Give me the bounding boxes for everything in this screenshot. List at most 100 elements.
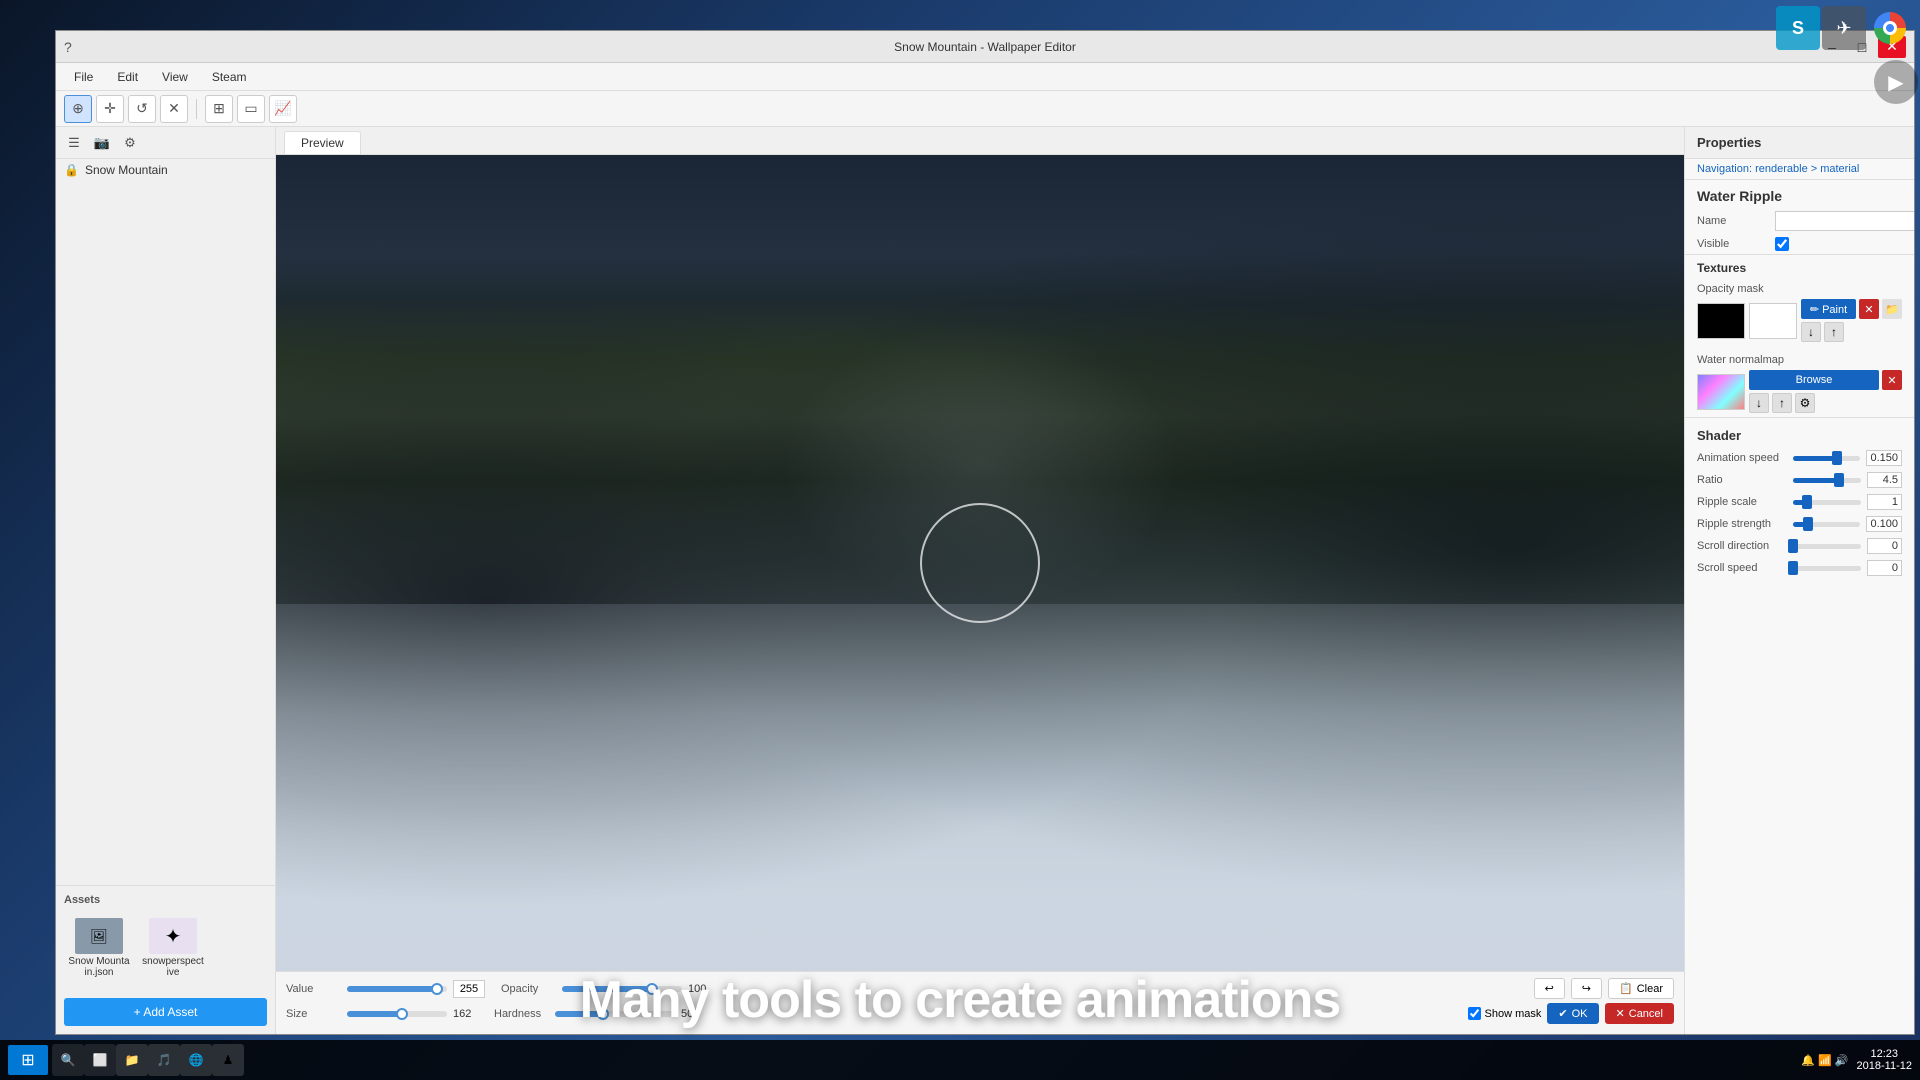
menu-view[interactable]: View xyxy=(152,67,198,87)
taskbar-search[interactable]: 🔍 xyxy=(52,1044,84,1076)
shader-thumb-2 xyxy=(1802,495,1812,509)
name-label: Name xyxy=(1697,215,1767,227)
tex-down-btn[interactable]: ↓ xyxy=(1801,322,1821,342)
telegram-icon[interactable]: ✈ xyxy=(1822,6,1866,50)
visible-row: Visible xyxy=(1685,234,1914,254)
shader-name-1: Ratio xyxy=(1697,474,1787,486)
tool-chart[interactable]: 📈 xyxy=(269,95,297,123)
water-ripple-title: Water Ripple xyxy=(1685,180,1914,208)
taskbar-taskview[interactable]: ⬜ xyxy=(84,1044,116,1076)
tray-icons: 🔔 📶 🔊 xyxy=(1801,1054,1848,1067)
shader-row-2: Ripple scale 1 xyxy=(1685,491,1914,513)
shader-section: Shader Animation speed 0.150 Ratio 4.5 R… xyxy=(1685,417,1914,583)
help-icon[interactable]: ? xyxy=(64,39,72,55)
nav-link[interactable]: renderable > material xyxy=(1755,163,1859,175)
menu-edit[interactable]: Edit xyxy=(107,67,148,87)
shader-name-5: Scroll speed xyxy=(1697,562,1787,574)
shader-val-0: 0.150 xyxy=(1866,450,1902,466)
shader-slider-3[interactable] xyxy=(1793,522,1860,527)
menu-steam[interactable]: Steam xyxy=(202,67,257,87)
preview-canvas[interactable] xyxy=(276,155,1684,971)
shader-val-3: 0.100 xyxy=(1866,516,1902,532)
tool-refresh[interactable]: ↺ xyxy=(128,95,156,123)
preview-tab[interactable]: Preview xyxy=(284,131,361,154)
opacity-mask-thumb-black xyxy=(1697,303,1745,339)
shader-label: Shader xyxy=(1685,422,1914,447)
sidebar-item-snow-mountain[interactable]: 🔒 Snow Mountain xyxy=(56,159,275,181)
tool-select[interactable]: ⊕ xyxy=(64,95,92,123)
preview-tab-bar: Preview xyxy=(276,127,1684,155)
shader-slider-0[interactable] xyxy=(1793,456,1860,461)
normalmap-down-btn[interactable]: ↓ xyxy=(1749,393,1769,413)
taskbar-steam[interactable]: ♟ xyxy=(212,1044,244,1076)
menu-file[interactable]: File xyxy=(64,67,103,87)
assets-label: Assets xyxy=(56,890,275,910)
shader-val-2: 1 xyxy=(1867,494,1902,510)
name-input[interactable] xyxy=(1775,211,1914,231)
date-display: 2018-11-12 xyxy=(1857,1060,1912,1072)
wallpaper-engine-tray[interactable]: ▶ xyxy=(1874,60,1918,104)
tool-rect[interactable]: ▭ xyxy=(237,95,265,123)
tool-grid[interactable]: ⊞ xyxy=(205,95,233,123)
start-button[interactable]: ⊞ xyxy=(8,1045,48,1075)
sidebar-settings-icon[interactable]: ⚙ xyxy=(118,131,142,155)
shader-name-2: Ripple scale xyxy=(1697,496,1787,508)
opacity-mask-item: Opacity mask ✏ Paint ✕ 📁 ↓ xyxy=(1685,279,1914,346)
browse-normalmap-button[interactable]: Browse xyxy=(1749,370,1879,390)
tool-close[interactable]: ✕ xyxy=(160,95,188,123)
normalmap-up-btn[interactable]: ↑ xyxy=(1772,393,1792,413)
sidebar-list-icon[interactable]: ☰ xyxy=(62,131,86,155)
properties-header: Properties xyxy=(1685,127,1914,159)
shader-slider-5[interactable] xyxy=(1793,566,1861,571)
opacity-mask-row: ✏ Paint ✕ 📁 ↓ ↑ xyxy=(1697,299,1902,342)
taskbar-tray: 🔔 📶 🔊 12:23 2018-11-12 xyxy=(1801,1048,1912,1072)
shader-name-4: Scroll direction xyxy=(1697,540,1787,552)
skype-icon[interactable]: S xyxy=(1776,6,1820,50)
shader-val-1: 4.5 xyxy=(1867,472,1902,488)
shader-slider-4[interactable] xyxy=(1793,544,1861,549)
shader-name-3: Ripple strength xyxy=(1697,518,1787,530)
canvas-image xyxy=(276,155,1684,971)
sidebar-item-label: Snow Mountain xyxy=(85,163,168,177)
clear-normalmap-button[interactable]: ✕ xyxy=(1882,370,1902,390)
water-normalmap-label: Water normalmap xyxy=(1697,354,1902,366)
titlebar: ? Snow Mountain - Wallpaper Editor – □ ✕ xyxy=(56,31,1914,63)
overlay-text: Many tools to create animations xyxy=(0,970,1920,1030)
paint-button[interactable]: ✏ Paint xyxy=(1801,299,1856,319)
taskbar: ⊞ 🔍 ⬜ 📁 🎵 🌐 ♟ 🔔 📶 🔊 12:23 2018-11-12 xyxy=(0,1040,1920,1080)
shader-thumb-5 xyxy=(1788,561,1798,575)
shader-rows: Animation speed 0.150 Ratio 4.5 Ripple s… xyxy=(1685,447,1914,579)
visible-checkbox[interactable] xyxy=(1775,237,1789,251)
toolbar-separator xyxy=(196,99,197,119)
name-row: Name xyxy=(1685,208,1914,234)
visible-label: Visible xyxy=(1697,238,1767,250)
shader-row-3: Ripple strength 0.100 xyxy=(1685,513,1914,535)
tex-up-btn[interactable]: ↑ xyxy=(1824,322,1844,342)
shader-val-5: 0 xyxy=(1867,560,1902,576)
taskbar-spotify[interactable]: 🎵 xyxy=(148,1044,180,1076)
chrome-icon-systray[interactable] xyxy=(1868,6,1912,50)
water-normalmap-item: Water normalmap Browse ✕ ↓ ↑ ⚙ xyxy=(1685,350,1914,417)
sidebar-toolbar: ☰ 📷 ⚙ xyxy=(56,127,275,159)
taskbar-clock: 12:23 2018-11-12 xyxy=(1857,1048,1912,1072)
main-content: ☰ 📷 ⚙ 🔒 Snow Mountain Assets 🖼 Snow Moun… xyxy=(56,127,1914,1034)
lock-icon: 🔒 xyxy=(64,163,79,177)
browse-texture-button[interactable]: 📁 xyxy=(1882,299,1902,319)
normalmap-settings-btn[interactable]: ⚙ xyxy=(1795,393,1815,413)
opacity-mask-thumb-white xyxy=(1749,303,1797,339)
properties-panel: Properties Navigation: renderable > mate… xyxy=(1684,127,1914,1034)
clear-texture-button[interactable]: ✕ xyxy=(1859,299,1879,319)
taskbar-explorer[interactable]: 📁 xyxy=(116,1044,148,1076)
textures-label: Textures xyxy=(1685,254,1914,279)
shader-slider-1[interactable] xyxy=(1793,478,1861,483)
water-normalmap-thumb xyxy=(1697,374,1745,410)
shader-slider-2[interactable] xyxy=(1793,500,1861,505)
properties-nav: Navigation: renderable > material xyxy=(1685,159,1914,180)
taskbar-chrome[interactable]: 🌐 xyxy=(180,1044,212,1076)
shader-fill-1 xyxy=(1793,478,1839,483)
time-display: 12:23 xyxy=(1871,1048,1899,1060)
menubar: File Edit View Steam xyxy=(56,63,1914,91)
tool-move[interactable]: ✛ xyxy=(96,95,124,123)
sidebar-camera-icon[interactable]: 📷 xyxy=(90,131,114,155)
shader-thumb-0 xyxy=(1832,451,1842,465)
